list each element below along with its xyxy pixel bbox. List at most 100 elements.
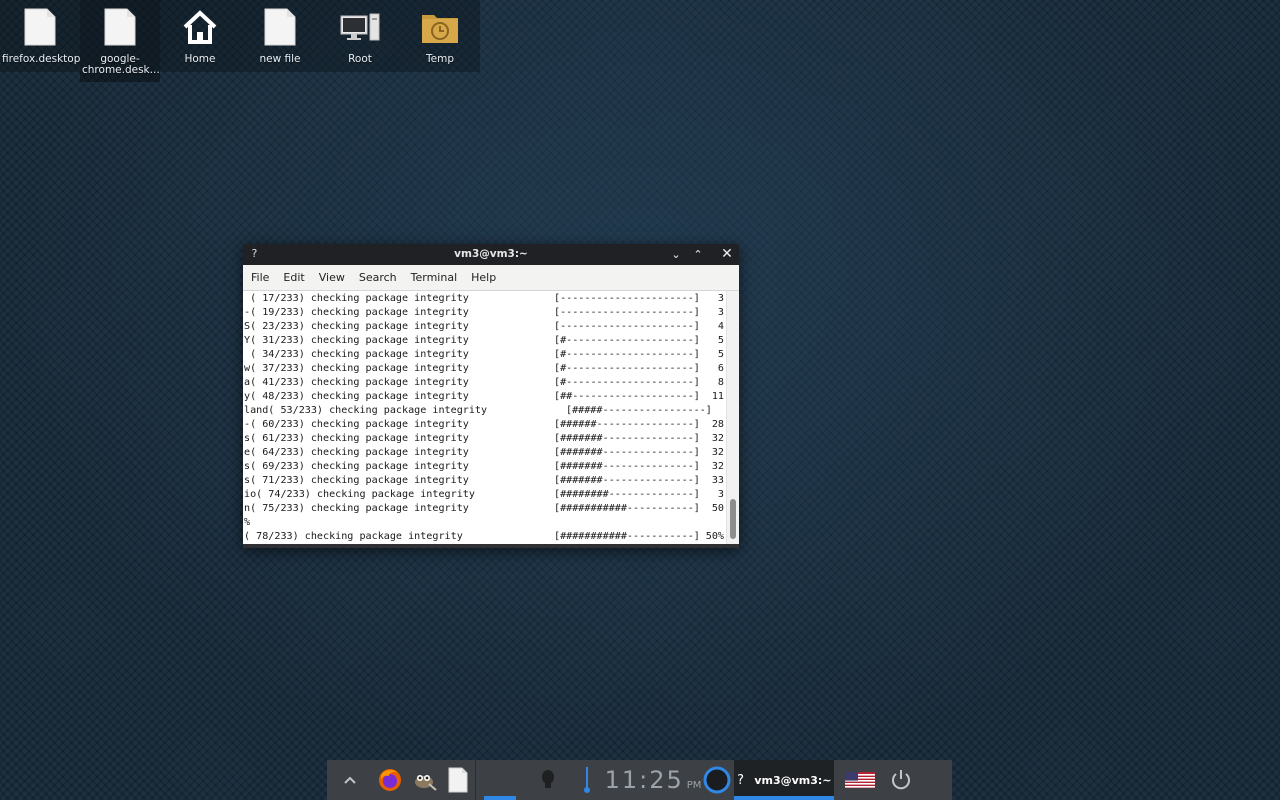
terminal-line-message: Y( 31/233) checking package integrity (244, 335, 469, 346)
terminal-progress-percent: 32 (711, 461, 724, 472)
menu-view[interactable]: View (313, 271, 351, 284)
power-button[interactable] (886, 760, 916, 800)
firefox-launcher[interactable] (373, 760, 407, 800)
terminal-progress-percent: 50% (705, 531, 724, 542)
terminal-progress-percent: 50 (711, 503, 724, 514)
terminal-line: Y( 31/233) checking package integrity [#-… (244, 334, 726, 348)
terminal-progress-percent: 5 (717, 335, 724, 346)
menu-edit[interactable]: Edit (277, 271, 310, 284)
terminal-progress-bar: [#######---------------] (554, 433, 700, 444)
home-icon (179, 6, 221, 48)
keyboard-layout[interactable] (834, 760, 886, 800)
terminal-output[interactable]: ( 17/233) checking package integrity [---… (243, 291, 739, 544)
desktop-icon-new-file[interactable]: new file (240, 0, 320, 72)
terminal-progress-bar: [#---------------------] (554, 335, 700, 346)
terminal-progress-bar: [----------------------] (554, 307, 700, 318)
terminal-progress-percent: 6 (717, 363, 724, 374)
terminal-progress-bar: [#######---------------] (554, 447, 700, 458)
terminal-line-message: -( 19/233) checking package integrity (244, 307, 469, 318)
desktop-icon-root[interactable]: Root (320, 0, 400, 72)
terminal-lines: ( 17/233) checking package integrity [---… (244, 292, 726, 544)
desktop-icon-google-chrome-desktop[interactable]: google-chrome.desk... (80, 0, 160, 82)
terminal-line: y( 48/233) checking package integrity [##… (244, 390, 726, 404)
terminal-progress-bar: [#---------------------] (554, 377, 700, 388)
window-bottom-border (243, 544, 739, 548)
maximize-button[interactable]: ⌃ (690, 246, 706, 262)
menu-file[interactable]: File (245, 271, 275, 284)
terminal-progress-bar: [###########-----------] (554, 531, 700, 542)
terminal-task-icon: ? (736, 772, 745, 788)
menu-terminal[interactable]: Terminal (405, 271, 464, 284)
terminal-line-message: e( 64/233) checking package integrity (244, 447, 469, 458)
terminal-progress-bar: [----------------------] (554, 293, 700, 304)
workspace-pager[interactable] (476, 760, 528, 800)
terminal-line-message: ( 17/233) checking package integrity (244, 293, 469, 304)
terminal-line: a( 41/233) checking package integrity [#-… (244, 376, 726, 390)
desktop-icon-label: Home (184, 53, 216, 65)
file-icon (259, 6, 301, 48)
terminal-progress-bar: [#---------------------] (554, 349, 700, 360)
scrollbar-thumb[interactable] (730, 499, 736, 539)
window-titlebar[interactable]: ? vm3@vm3:~ ⌄ ⌃ ✕ (243, 244, 739, 265)
desktop-icon-home[interactable]: Home (160, 0, 240, 72)
terminal-line-message: io( 74/233) checking package integrity (244, 489, 475, 500)
brightness-indicator[interactable] (528, 760, 568, 800)
thermometer-icon (584, 767, 590, 793)
lightbulb-icon (542, 770, 554, 788)
terminal-line-message: land( 53/233) checking package integrity (244, 405, 488, 416)
desktop-icon-label: google-chrome.desk... (82, 53, 160, 76)
terminal-line: -( 19/233) checking package integrity [--… (244, 306, 726, 320)
task-label: vm3@vm3:~ (754, 773, 832, 787)
file-icon (448, 767, 468, 793)
menu-help[interactable]: Help (465, 271, 502, 284)
terminal-line-message: % (244, 517, 251, 528)
menu-search[interactable]: Search (353, 271, 403, 284)
firefox-icon (379, 769, 401, 791)
text-editor-launcher[interactable] (441, 760, 475, 800)
minimize-button[interactable]: ⌄ (668, 246, 684, 262)
menu-bar: File Edit View Search Terminal Help (243, 265, 739, 291)
terminal-line-message: ( 34/233) checking package integrity (244, 349, 469, 360)
terminal-progress-percent: 5 (717, 349, 724, 360)
taskbar-clock[interactable]: 11:25 PM (605, 760, 702, 800)
terminal-line: ( 34/233) checking package integrity [#--… (244, 348, 726, 362)
terminal-line-message: w( 37/233) checking package integrity (244, 363, 469, 374)
terminal-line-message: s( 69/233) checking package integrity (244, 461, 469, 472)
gimp-icon (415, 775, 437, 791)
terminal-line-message: a( 41/233) checking package integrity (244, 377, 469, 388)
terminal-progress-bar: [######----------------] (554, 419, 700, 430)
desktop-icon-firefox-desktop[interactable]: firefox.desktop (0, 0, 80, 72)
taskbar: 11:25 PM ? vm3@vm3:~ (327, 760, 952, 800)
terminal-progress-percent: 8 (717, 377, 724, 388)
terminal-line-message: y( 48/233) checking package integrity (244, 391, 469, 402)
terminal-progress-percent: 33 (711, 475, 724, 486)
window-title: vm3@vm3:~ (454, 248, 528, 260)
temperature-indicator[interactable] (568, 760, 606, 800)
terminal-line: land( 53/233) checking package integrity… (244, 404, 726, 418)
terminal-line: s( 69/233) checking package integrity [##… (244, 460, 726, 474)
terminal-progress-percent: 3 (717, 307, 724, 318)
terminal-scrollbar[interactable] (726, 291, 739, 544)
terminal-line-message: n( 75/233) checking package integrity (244, 503, 469, 514)
terminal-progress-bar: [#######---------------] (554, 475, 700, 486)
cpu-monitor[interactable] (700, 760, 734, 800)
terminal-line: n( 75/233) checking package integrity [##… (244, 502, 726, 516)
gimp-launcher[interactable] (407, 760, 441, 800)
terminal-progress-percent: 32 (711, 447, 724, 458)
close-button[interactable]: ✕ (719, 246, 735, 262)
terminal-progress-percent: 4 (717, 321, 724, 332)
terminal-line: S( 23/233) checking package integrity [--… (244, 320, 726, 334)
active-workspace-indicator (484, 796, 516, 800)
terminal-line: io( 74/233) checking package integrity [#… (244, 488, 726, 502)
terminal-progress-percent: 32 (711, 433, 724, 444)
folder-clock-icon (419, 6, 461, 48)
terminal-progress-bar: [#####-----------------] (566, 405, 712, 416)
terminal-line: -( 60/233) checking package integrity [##… (244, 418, 726, 432)
show-tray-button[interactable] (327, 760, 373, 800)
taskbar-task-terminal[interactable]: ? vm3@vm3:~ (734, 760, 834, 800)
terminal-line-message: -( 60/233) checking package integrity (244, 419, 469, 430)
desktop-icon-temp[interactable]: Temp (400, 0, 480, 72)
desktop-icon-label: Temp (426, 53, 454, 65)
ring-gauge-icon (703, 766, 731, 794)
terminal-line: e( 64/233) checking package integrity [##… (244, 446, 726, 460)
